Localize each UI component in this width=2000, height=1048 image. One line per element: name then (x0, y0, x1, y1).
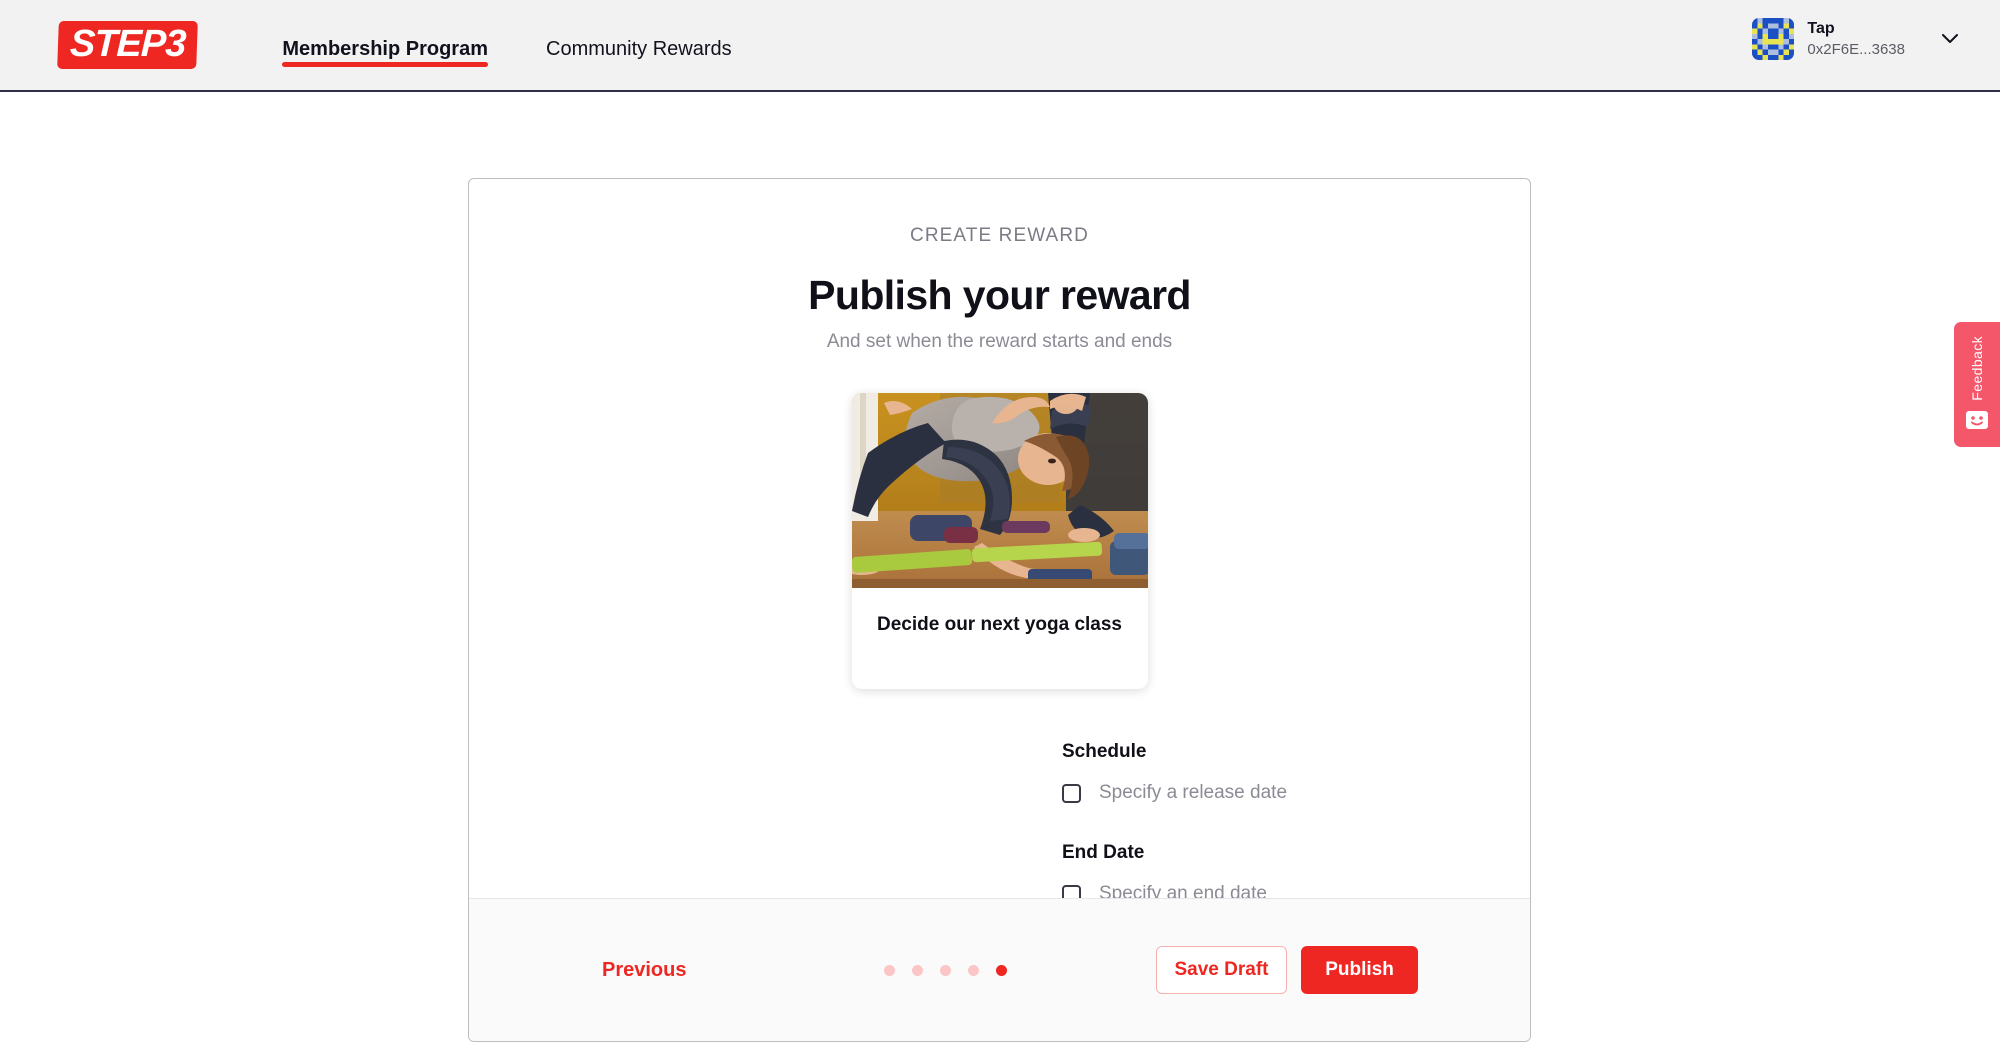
schedule-section-label: Schedule (1062, 741, 1147, 762)
reward-caption: Decide our next yoga class (877, 614, 1122, 635)
step-dot-5[interactable] (996, 964, 1008, 976)
main-nav: Membership Program Community Rewards (282, 0, 732, 91)
step-dot-4[interactable] (968, 964, 980, 976)
release-date-checkbox-label: Specify a release date (1099, 782, 1288, 803)
account-info: Tap 0x2F6E...3638 (1807, 19, 1905, 59)
step-dot-3[interactable] (940, 964, 952, 976)
smiley-face-icon (1966, 410, 1988, 429)
reward-image (851, 393, 1148, 588)
save-draft-button[interactable]: Save Draft (1156, 946, 1287, 994)
step3-logo[interactable]: STEP3 (57, 21, 199, 69)
nav-item-community-rewards[interactable]: Community Rewards (546, 0, 732, 91)
account-menu[interactable]: Tap 0x2F6E...3638 (1752, 18, 1958, 60)
nav-item-label: Community Rewards (546, 37, 732, 60)
card-body: CREATE REWARD Publish your reward And se… (469, 179, 1530, 905)
account-name: Tap (1807, 20, 1835, 38)
avatar (1752, 18, 1795, 60)
feedback-tab[interactable]: Feedback (1954, 322, 2000, 447)
nav-item-membership-program[interactable]: Membership Program (282, 0, 488, 91)
create-reward-card: CREATE REWARD Publish your reward And se… (468, 178, 1531, 1042)
top-navigation-bar: STEP3 Membership Program Community Rewar… (0, 0, 2000, 92)
feedback-label: Feedback (1969, 336, 1985, 401)
schedule-form: Schedule Specify a release date End Date… (469, 741, 1530, 905)
page-subtitle: And set when the reward starts and ends (826, 331, 1173, 352)
page-title: Publish your reward (808, 272, 1191, 318)
step-dot-1[interactable] (884, 964, 896, 976)
release-date-checkbox-row[interactable]: Specify a release date (1062, 782, 1530, 804)
step-dot-2[interactable] (912, 964, 924, 976)
nav-item-label: Membership Program (282, 37, 488, 60)
publish-button[interactable]: Publish (1301, 946, 1418, 994)
end-date-section-label: End Date (1062, 842, 1145, 863)
step-indicator (884, 964, 1008, 976)
reward-preview-card[interactable]: Decide our next yoga class (851, 393, 1148, 689)
previous-button[interactable]: Previous (602, 959, 686, 982)
footer-actions: Save Draft Publish (1156, 946, 1418, 994)
card-footer: Previous Save Draft Publish (469, 898, 1530, 1041)
release-date-checkbox[interactable] (1062, 783, 1081, 803)
card-eyebrow: CREATE REWARD (910, 225, 1089, 246)
chevron-down-icon[interactable] (1942, 34, 1958, 44)
account-address: 0x2F6E...3638 (1807, 40, 1905, 58)
